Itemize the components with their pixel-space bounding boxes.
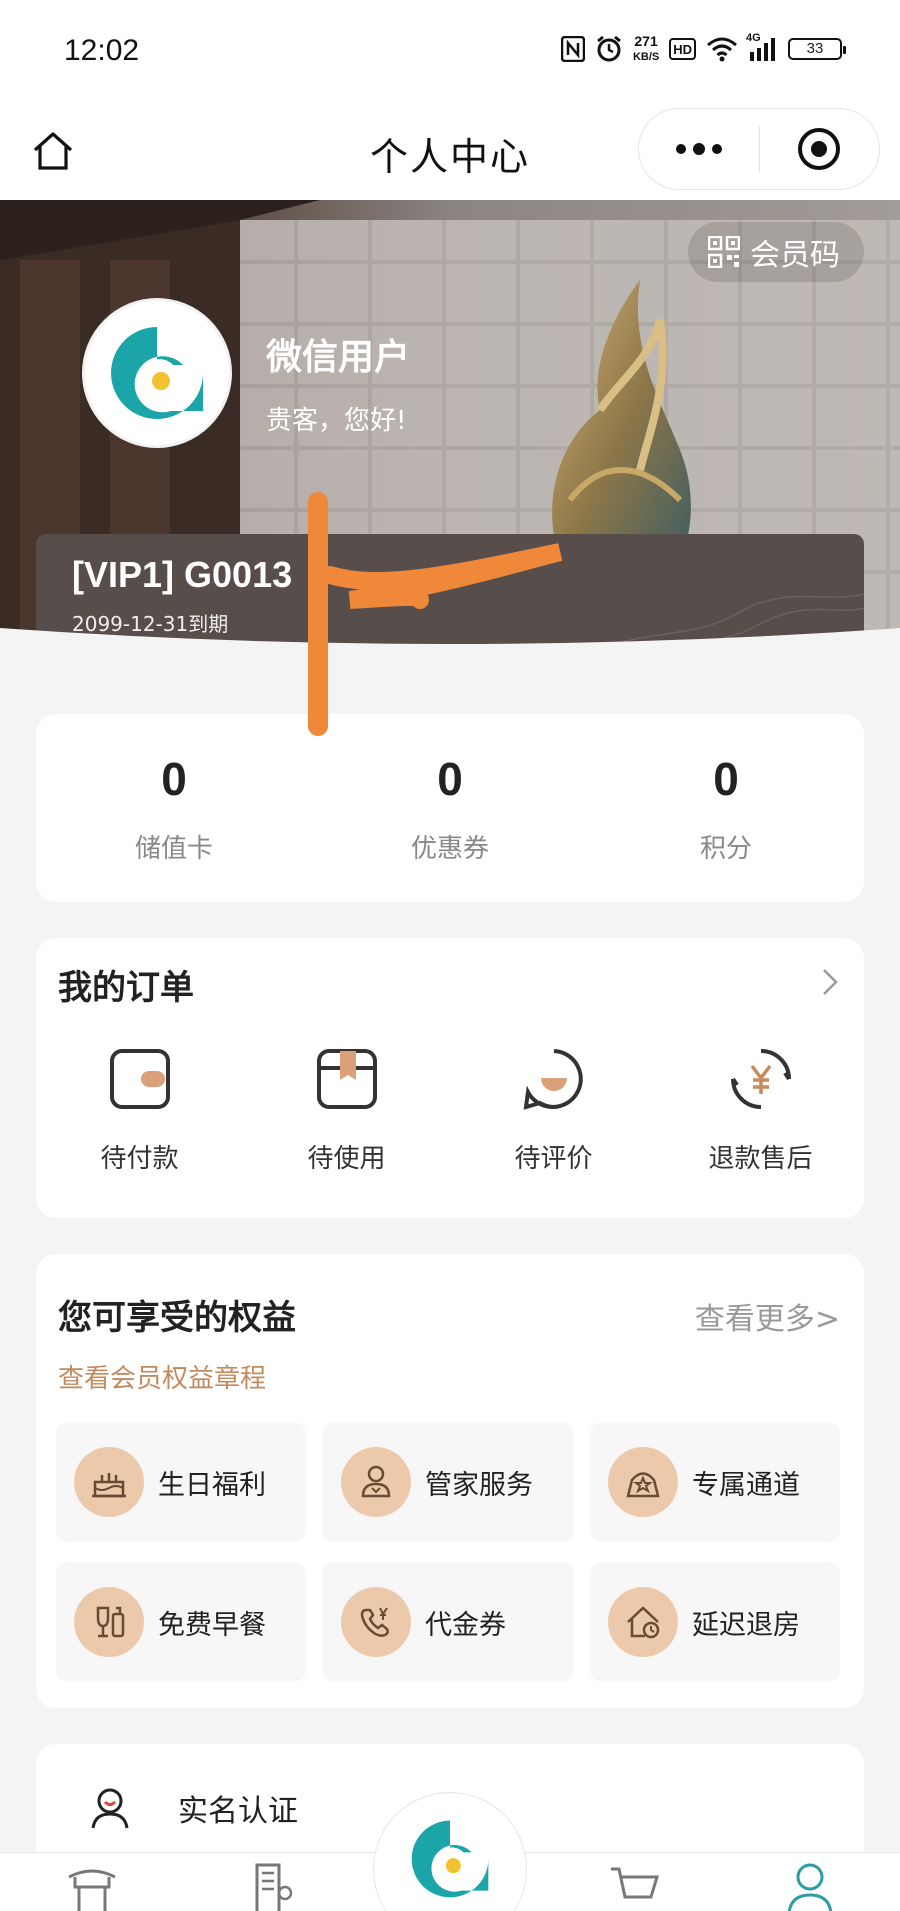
order-status-row: 待付款 待使用 待评价 退款售后 <box>36 1046 864 1175</box>
orders-title: 我的订单 <box>58 968 194 1008</box>
member-code-button[interactable]: 会员码 <box>688 222 864 282</box>
member-code-label: 会员码 <box>750 238 840 273</box>
stat-value: 0 <box>437 752 463 805</box>
voucher-icon <box>341 1587 411 1657</box>
order-to-review[interactable]: 待评价 <box>450 1046 657 1175</box>
status-time: 12:02 <box>64 34 140 67</box>
nfc-icon <box>560 36 585 62</box>
tab-home[interactable] <box>62 1863 122 1911</box>
late-checkout-icon <box>608 1587 678 1657</box>
stat-points[interactable]: 0 积分 <box>588 714 864 902</box>
username: 微信用户 <box>266 337 411 378</box>
tab-profile[interactable] <box>780 1863 840 1911</box>
order-label: 待评价 <box>514 1144 593 1174</box>
benefit-label: 免费早餐 <box>158 1609 266 1641</box>
benefit-label: 专属通道 <box>692 1469 800 1501</box>
order-label: 待付款 <box>100 1144 179 1174</box>
assets-summary-card: 0 储值卡 0 优惠券 0 积分 <box>36 714 864 902</box>
avatar[interactable] <box>82 298 232 448</box>
bookmark-box-icon <box>314 1046 380 1112</box>
chevron-right-icon <box>823 969 838 995</box>
building-icon <box>255 1863 293 1911</box>
hotel-logo-icon <box>411 1820 489 1898</box>
cake-icon <box>74 1447 144 1517</box>
page: 12:02 271 KB/S HD 4G 33 个人中心 会员码 微信用户 贵客… <box>0 0 900 1911</box>
order-label: 待使用 <box>307 1144 386 1174</box>
target-icon <box>798 128 841 170</box>
benefit-label: 管家服务 <box>425 1469 533 1501</box>
benefit-voucher[interactable]: 代金券 <box>323 1562 573 1682</box>
chat-bubble-icon <box>521 1046 587 1112</box>
vip-level: [VIP1] G0013 <box>72 554 293 595</box>
vip-channel-icon <box>608 1447 678 1517</box>
more-dots-icon <box>675 143 722 155</box>
benefit-label: 生日福利 <box>158 1469 266 1501</box>
benefits-view-more-link[interactable]: 查看更多> <box>695 1294 840 1338</box>
order-pending-payment[interactable]: 待付款 <box>36 1046 243 1175</box>
greeting-text: 贵客，您好! <box>266 406 407 436</box>
benefit-breakfast[interactable]: 免费早餐 <box>56 1562 306 1682</box>
stat-coupons[interactable]: 0 优惠券 <box>312 714 588 902</box>
qr-code-icon <box>708 236 740 268</box>
hotel-logo-icon <box>111 327 203 419</box>
status-icons: 271 KB/S HD 4G 33 <box>560 32 846 64</box>
breakfast-icon <box>74 1587 144 1657</box>
nav-bar: 个人中心 <box>0 104 900 200</box>
yen-refund-icon <box>728 1046 794 1112</box>
benefit-label: 代金券 <box>425 1609 506 1641</box>
stat-value: 0 <box>713 752 739 805</box>
stat-label: 储值卡 <box>134 833 213 864</box>
more-button[interactable] <box>639 108 759 190</box>
benefits-title: 您可享受的权益 <box>58 1298 296 1338</box>
verify-label: 实名认证 <box>178 1794 298 1829</box>
hd-icon: HD <box>669 38 696 60</box>
user-verify-icon <box>84 1782 136 1834</box>
mini-program-capsule <box>638 108 880 190</box>
profile-icon <box>787 1863 833 1911</box>
benefit-late-checkout[interactable]: 延迟退房 <box>590 1562 840 1682</box>
net-speed: 271 KB/S <box>632 33 660 63</box>
my-orders-card: 我的订单 待付款 待使用 待评价 退款售后 <box>36 938 864 1218</box>
benefits-rules-link[interactable]: 查看会员权益章程 <box>58 1358 266 1395</box>
benefit-label: 延迟退房 <box>692 1609 800 1641</box>
benefits-grid: 生日福利 管家服务 专属通道 免费早餐 代金券 延迟退房 <box>56 1422 844 1682</box>
order-refund-aftersale[interactable]: 退款售后 <box>657 1046 864 1175</box>
benefit-vip-channel[interactable]: 专属通道 <box>590 1422 840 1542</box>
member-benefits-card: 您可享受的权益 查看更多> 查看会员权益章程 生日福利 管家服务 专属通道 免费… <box>36 1254 864 1708</box>
profile-hero: 会员码 微信用户 贵客，您好! [VIP1] G0013 2099-12-31到… <box>0 200 900 660</box>
status-bar: 12:02 271 KB/S HD 4G 33 <box>0 0 900 104</box>
butler-icon <box>341 1447 411 1517</box>
alarm-icon <box>595 35 623 63</box>
battery-indicator: 33 <box>788 38 846 60</box>
hero-curve <box>0 628 900 660</box>
order-label: 退款售后 <box>708 1144 813 1174</box>
benefit-birthday[interactable]: 生日福利 <box>56 1422 306 1542</box>
signal-icon: 4G <box>746 32 778 62</box>
orders-view-all-button[interactable] <box>812 964 848 1000</box>
stat-value: 0 <box>161 752 187 805</box>
tab-hotel[interactable] <box>240 1863 300 1911</box>
order-to-use[interactable]: 待使用 <box>243 1046 450 1175</box>
cart-icon <box>611 1867 660 1899</box>
pavilion-icon <box>68 1869 116 1911</box>
stat-label: 优惠券 <box>410 833 489 864</box>
wifi-icon <box>706 36 738 62</box>
benefit-butler[interactable]: 管家服务 <box>323 1422 573 1542</box>
stat-stored-value-card[interactable]: 0 储值卡 <box>36 714 312 902</box>
wallet-icon <box>107 1046 173 1112</box>
stat-label: 积分 <box>699 833 752 864</box>
tab-cart[interactable] <box>604 1863 664 1911</box>
close-miniprogram-button[interactable] <box>760 108 880 190</box>
